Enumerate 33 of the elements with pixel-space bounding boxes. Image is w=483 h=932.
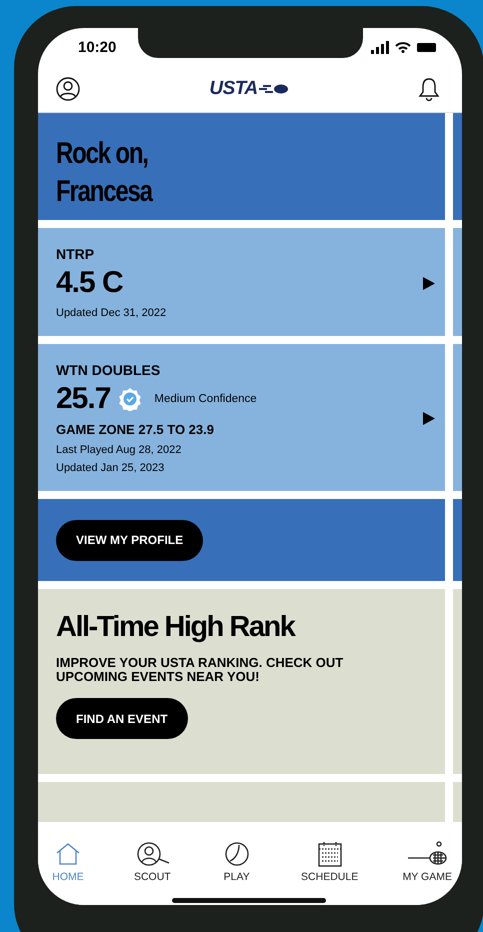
confidence-text: Medium Confidence: [154, 393, 257, 405]
racket-icon: [407, 841, 448, 867]
promo-text: IMPROVE YOUR USTA RANKING. CHECK OUT UPCOMING EVENTS NEAR YOU!: [56, 656, 344, 684]
play-arrow-icon: [423, 412, 435, 425]
nav-tab[interactable]: SCHEDULE: [297, 841, 362, 905]
nav-tab[interactable]: MY GAME: [398, 841, 456, 905]
bell-icon[interactable]: [418, 77, 440, 101]
rating-value: 4.5 C: [56, 266, 123, 300]
signal-icon: [371, 40, 389, 54]
find-event-button[interactable]: FIND AN EVENT: [56, 698, 188, 739]
verified-badge-icon: [118, 387, 142, 411]
promo-title: All-Time High Rank: [56, 611, 296, 644]
view-profile-button[interactable]: VIEW MY PROFILE: [56, 520, 204, 560]
rating-label: NTRP: [56, 246, 96, 262]
status-time: 10:20: [78, 38, 116, 56]
rating-date: Updated Jan 25, 2023: [56, 461, 166, 475]
rating-card[interactable]: NTRP 4.5 C Updated Dec 31, 2022: [38, 228, 445, 336]
rating-label: WTN DOUBLES: [56, 362, 162, 378]
nav-tab[interactable]: HOME: [44, 841, 92, 905]
rating-date: Last Played Aug 28, 2022: [56, 443, 182, 457]
rating-value: 25.7: [56, 382, 110, 416]
play-arrow-icon: [423, 276, 435, 290]
battery-icon: [417, 42, 436, 52]
card-edge: [453, 782, 462, 822]
rating-card[interactable]: WTN DOUBLES 25.7 Medium Confidence GAME ZONE 27.5 TO 23.9 Last Played Aug 28, 2022 Updated Jan 25, 2023: [38, 344, 445, 491]
game-zone-text: GAME ZONE 27.5 TO 23.9: [56, 422, 215, 437]
nav-tab[interactable]: SCOUT: [128, 841, 176, 905]
profile-icon[interactable]: [56, 77, 80, 101]
wifi-icon: [395, 41, 411, 53]
greeting-text: Rock on, Francesa: [56, 136, 154, 210]
rating-date: Updated Dec 31, 2022: [56, 306, 166, 320]
usta-logo: USTA: [209, 78, 289, 100]
nav-tab[interactable]: PLAY: [212, 841, 261, 905]
